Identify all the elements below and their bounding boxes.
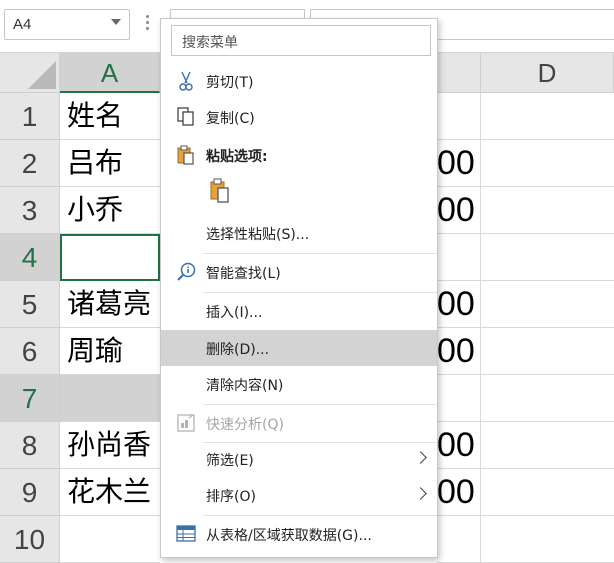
column-header-a[interactable]: A [60, 53, 160, 93]
cell-d[interactable] [481, 422, 614, 469]
menu-item-label: 筛选(E) [206, 453, 254, 469]
scissors-icon [175, 70, 197, 92]
table-icon [175, 523, 197, 545]
cell-d[interactable] [481, 234, 614, 281]
paste-button[interactable] [203, 174, 239, 210]
cell-d[interactable] [481, 187, 614, 234]
menu-item-sort[interactable]: 排序(O) [161, 477, 437, 513]
menu-item-smart-lookup[interactable]: 智能查找(L) [161, 254, 437, 290]
chevron-right-icon [414, 487, 427, 500]
menu-item-paste-options: 粘贴选项: [161, 137, 437, 173]
row-header[interactable]: 9 [0, 469, 60, 516]
menu-item-label: 排序(O) [206, 489, 256, 505]
cell-c[interactable]: 00 [437, 469, 481, 516]
row-header[interactable]: 10 [0, 516, 60, 563]
smart-lookup-icon [175, 261, 197, 283]
menu-item-label: 复制(C) [206, 111, 255, 127]
clipboard-icon [175, 144, 197, 166]
cell-a[interactable]: 花木兰 [60, 469, 160, 516]
menu-item-label: 智能查找(L) [206, 266, 281, 282]
cell-a[interactable]: 姓名 [60, 93, 160, 140]
cell-d[interactable] [481, 281, 614, 328]
menu-item-clear-contents[interactable]: 清除内容(N) [161, 366, 437, 402]
menu-item-label: 剪切(T) [206, 75, 254, 91]
cell-d[interactable] [481, 469, 614, 516]
menu-item-copy[interactable]: 复制(C) [161, 99, 437, 135]
row-header[interactable]: 3 [0, 187, 60, 234]
cell-c[interactable] [437, 93, 481, 140]
menu-item-label: 从表格/区域获取数据(G)... [206, 528, 372, 544]
cell-d[interactable] [481, 375, 614, 422]
column-header-d[interactable]: D [481, 53, 614, 93]
cell-a[interactable]: 小乔 [60, 187, 160, 234]
name-box[interactable]: A4 [4, 9, 130, 40]
menu-item-label: 插入(I)... [206, 305, 263, 321]
menu-item-label: 删除(D)... [206, 342, 270, 358]
cell-a[interactable]: 孙尚香 [60, 422, 160, 469]
copy-icon [175, 106, 197, 128]
row-header[interactable]: 8 [0, 422, 60, 469]
more-icon [146, 15, 149, 33]
cell-d[interactable] [481, 516, 614, 563]
cell-a[interactable] [60, 516, 160, 563]
cell-c[interactable]: 00 [437, 187, 481, 234]
row-header[interactable]: 7 [0, 375, 60, 422]
cell-a[interactable] [60, 375, 160, 422]
cell-a[interactable]: 诸葛亮 [60, 281, 160, 328]
cell-a[interactable] [60, 234, 160, 281]
chevron-right-icon [414, 451, 427, 464]
name-box-value: A4 [13, 16, 32, 33]
menu-item-quick-analysis: 快速分析(Q) [161, 405, 437, 441]
cell-c[interactable] [437, 516, 481, 563]
cell-d[interactable] [481, 328, 614, 375]
row-header[interactable]: 2 [0, 140, 60, 187]
cell-c[interactable]: 00 [437, 140, 481, 187]
row-header[interactable]: 6 [0, 328, 60, 375]
column-header-c[interactable] [437, 53, 481, 93]
menu-item-label: 粘贴选项: [206, 149, 268, 165]
cell-c[interactable] [437, 375, 481, 422]
menu-item-cut[interactable]: 剪切(T) [161, 63, 437, 99]
cell-c[interactable]: 00 [437, 328, 481, 375]
menu-item-label: 快速分析(Q) [206, 417, 284, 433]
row-header[interactable]: 5 [0, 281, 60, 328]
menu-item-label: 清除内容(N) [206, 378, 284, 394]
select-all-corner[interactable] [0, 53, 60, 93]
cell-d[interactable] [481, 93, 614, 140]
cell-a[interactable]: 吕布 [60, 140, 160, 187]
cell-c[interactable] [437, 234, 481, 281]
menu-item-paste-special[interactable]: 选择性粘贴(S)... [161, 215, 437, 251]
menu-item-delete[interactable]: 删除(D)... [161, 330, 437, 366]
row-header[interactable]: 1 [0, 93, 60, 140]
menu-item-insert[interactable]: 插入(I)... [161, 293, 437, 329]
menu-search-placeholder: 搜索菜单 [182, 35, 238, 51]
quick-analysis-icon [175, 412, 197, 434]
chevron-down-icon[interactable] [111, 19, 121, 25]
menu-search-input[interactable]: 搜索菜单 [171, 25, 431, 56]
cell-a[interactable]: 周瑜 [60, 328, 160, 375]
clipboard-icon [203, 178, 239, 214]
cell-d[interactable] [481, 140, 614, 187]
cell-c[interactable]: 00 [437, 422, 481, 469]
menu-item-filter[interactable]: 筛选(E) [161, 441, 437, 477]
cell-c[interactable]: 00 [437, 281, 481, 328]
row-header[interactable]: 4 [0, 234, 60, 281]
context-menu: 搜索菜单 剪切(T) 复制(C) 粘贴选项: 选择性粘贴(S)... 智能查找(… [160, 18, 438, 558]
menu-item-get-data[interactable]: 从表格/区域获取数据(G)... [161, 516, 437, 552]
menu-item-label: 选择性粘贴(S)... [206, 227, 310, 243]
